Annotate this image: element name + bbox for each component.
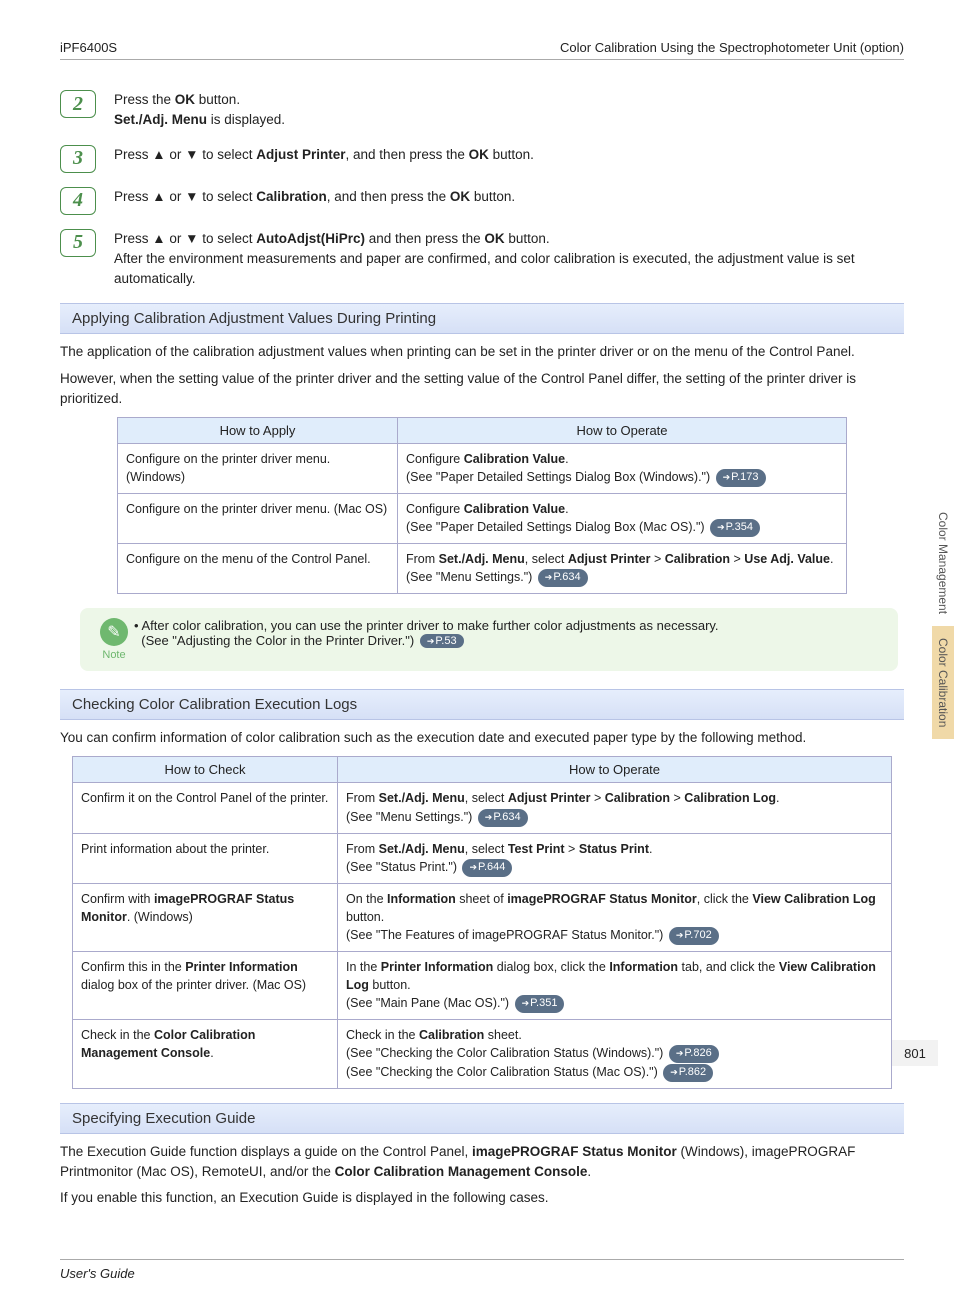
step-2: 2 Press the OK button. Set./Adj. Menu is… [60, 90, 904, 131]
step-num-5: 5 [60, 229, 96, 257]
page-link[interactable]: P.826 [669, 1045, 719, 1063]
page-link[interactable]: P.351 [515, 995, 565, 1013]
note-box: ✎ Note • After color calibration, you ca… [80, 608, 898, 671]
table-row: Check in the Color Calibration Managemen… [73, 1019, 892, 1088]
table-row: Confirm with imagePROGRAF Status Monitor… [73, 883, 892, 951]
table-row: Configure on the printer driver menu. (M… [118, 494, 847, 544]
header-left: iPF6400S [60, 40, 117, 55]
page-link[interactable]: P.644 [462, 859, 512, 877]
step-num-3: 3 [60, 145, 96, 173]
side-tabs: Color Management Color Calibration [918, 500, 954, 739]
page-number: 801 [892, 1040, 938, 1066]
step-num-2: 2 [60, 90, 96, 118]
apply-table: How to Apply How to Operate Configure on… [117, 417, 847, 594]
side-tab-color-management[interactable]: Color Management [932, 500, 954, 626]
apply-th2: How to Operate [398, 418, 847, 444]
page-link[interactable]: P.862 [663, 1064, 713, 1082]
check-table: How to Check How to Operate Confirm it o… [72, 756, 892, 1089]
sec3-p2: If you enable this function, an Executio… [60, 1188, 904, 1208]
page-link[interactable]: P.702 [669, 927, 719, 945]
side-tab-color-calibration[interactable]: Color Calibration [932, 626, 954, 739]
page-link[interactable]: P.354 [710, 519, 760, 537]
page-link[interactable]: P.173 [716, 469, 766, 487]
page-link[interactable]: P.53 [420, 634, 464, 648]
sec1-p2: However, when the setting value of the p… [60, 369, 904, 410]
check-th2: How to Operate [338, 757, 892, 783]
table-row: Configure on the printer driver menu. (W… [118, 444, 847, 494]
sec1-p1: The application of the calibration adjus… [60, 342, 904, 362]
note-icon: ✎ [100, 618, 128, 646]
step-3: 3 Press ▲ or ▼ to select Adjust Printer,… [60, 145, 904, 173]
header-rule [60, 59, 904, 60]
table-row: Confirm it on the Control Panel of the p… [73, 783, 892, 833]
table-row: Configure on the menu of the Control Pan… [118, 544, 847, 594]
page-link[interactable]: P.634 [478, 809, 528, 827]
step-5: 5 Press ▲ or ▼ to select AutoAdjst(HiPrc… [60, 229, 904, 290]
page-link[interactable]: P.634 [538, 569, 588, 587]
sec3-p1: The Execution Guide function displays a … [60, 1142, 904, 1183]
table-row: Confirm this in the Printer Information … [73, 951, 892, 1019]
sec2-p1: You can confirm information of color cal… [60, 728, 904, 748]
step-num-4: 4 [60, 187, 96, 215]
apply-th1: How to Apply [118, 418, 398, 444]
section-checking-logs: Checking Color Calibration Execution Log… [60, 689, 904, 720]
header-right: Color Calibration Using the Spectrophoto… [560, 40, 904, 55]
note-label: Note [94, 649, 134, 661]
footer-rule [60, 1259, 904, 1260]
section-execution-guide: Specifying Execution Guide [60, 1103, 904, 1134]
table-row: Print information about the printer. Fro… [73, 833, 892, 883]
footer-left: User's Guide [60, 1266, 135, 1281]
step-4: 4 Press ▲ or ▼ to select Calibration, an… [60, 187, 904, 215]
section-applying-values: Applying Calibration Adjustment Values D… [60, 303, 904, 334]
check-th1: How to Check [73, 757, 338, 783]
